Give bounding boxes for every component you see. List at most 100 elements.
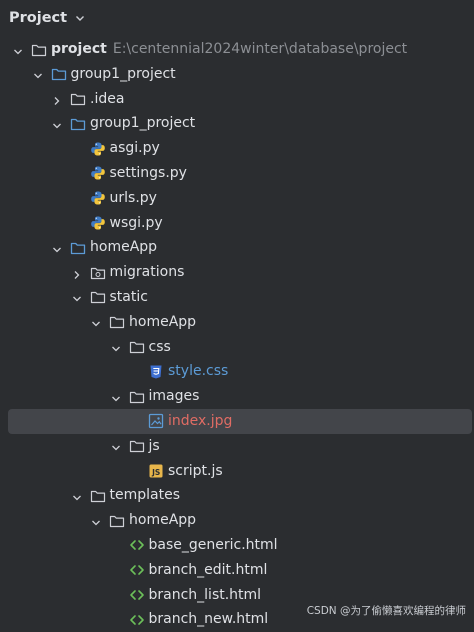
tree-row[interactable]: style.css	[0, 359, 474, 384]
tree-item-label: settings.py	[110, 164, 187, 182]
expand-arrow-icon[interactable]	[13, 45, 23, 55]
expand-arrow-icon[interactable]	[72, 292, 82, 302]
css-file-icon	[148, 364, 164, 380]
tree-row[interactable]: asgi.py	[0, 136, 474, 161]
tree-item-name: base_generic.html	[148, 536, 278, 553]
tree-item-name: group1_project	[90, 115, 196, 132]
tree-row[interactable]: group1_project	[0, 111, 474, 136]
tree-item-label: script.js	[168, 462, 223, 480]
tree-row[interactable]: urls.py	[0, 186, 474, 211]
expand-arrow-icon[interactable]	[72, 491, 82, 501]
tree-item-name: index.jpg	[168, 412, 233, 429]
tree-item-label: style.css	[168, 362, 228, 380]
tree-item-label: branch_new.html	[149, 610, 269, 628]
tree-row[interactable]: templates	[0, 483, 474, 508]
tree-row[interactable]: homeApp	[0, 310, 474, 335]
expand-arrow-icon[interactable]	[111, 342, 121, 352]
module-folder-icon	[51, 66, 67, 82]
tree-item-label: css	[149, 338, 171, 356]
tree-item-name: homeApp	[129, 512, 197, 529]
tree-row[interactable]: js	[0, 434, 474, 459]
chevron-down-icon[interactable]	[74, 12, 86, 24]
tree-item-name: css	[148, 338, 171, 355]
tree-row[interactable]: project E:\centennial2024winter\database\…	[0, 37, 474, 62]
tree-row[interactable]: branch_edit.html	[0, 558, 474, 583]
tree-row[interactable]: settings.py	[0, 161, 474, 186]
tree-item-label: homeApp	[129, 511, 196, 529]
tree-item-name: templates	[109, 487, 181, 504]
tree-item-name: migrations	[109, 264, 185, 281]
folder-icon	[31, 42, 47, 58]
tree-row[interactable]: .idea	[0, 87, 474, 112]
tree-item-name: .idea	[90, 90, 125, 107]
collapse-arrow-icon[interactable]	[72, 268, 82, 279]
tree-item-label: migrations	[110, 263, 185, 281]
tree-item-label: images	[149, 387, 200, 405]
html-file-icon	[129, 587, 145, 603]
tree-item-name: group1_project	[70, 65, 176, 82]
html-file-icon	[129, 537, 145, 553]
expand-arrow-icon[interactable]	[52, 243, 62, 253]
expand-arrow-icon[interactable]	[91, 516, 101, 526]
migrations-folder-icon	[90, 265, 106, 281]
tree-item-name: images	[148, 388, 200, 405]
tree-item-label: project E:\centennial2024winter\database\…	[51, 40, 407, 58]
tree-row[interactable]: homeApp	[0, 508, 474, 533]
tree-row[interactable]: wsgi.py	[0, 211, 474, 236]
tree-row[interactable]: css	[0, 335, 474, 360]
project-tree[interactable]: project E:\centennial2024winter\database\…	[0, 37, 474, 632]
expand-arrow-icon[interactable]	[111, 392, 121, 402]
tree-item-name: homeApp	[129, 313, 197, 330]
svg-text:JS: JS	[151, 468, 160, 477]
tree-item-label: js	[149, 437, 160, 455]
tree-item-name: project	[51, 41, 107, 57]
tree-item-name: settings.py	[109, 164, 187, 181]
package-folder-icon	[70, 116, 86, 132]
tree-item-label: .idea	[90, 90, 124, 108]
tree-row[interactable]: group1_project	[0, 62, 474, 87]
tree-item-label: group1_project	[71, 65, 176, 83]
folder-icon	[109, 513, 125, 529]
folder-icon	[90, 289, 106, 305]
python-file-icon	[90, 165, 106, 181]
html-file-icon	[129, 562, 145, 578]
tree-item-label: homeApp	[90, 238, 157, 256]
expand-arrow-icon[interactable]	[33, 69, 43, 79]
package-folder-icon	[70, 240, 86, 256]
tree-row[interactable]: images	[0, 384, 474, 409]
tree-item-label: index.jpg	[168, 412, 232, 430]
tree-item-label: branch_edit.html	[149, 561, 268, 579]
folder-icon	[129, 438, 145, 454]
expand-arrow-icon[interactable]	[111, 441, 121, 451]
collapse-arrow-icon[interactable]	[52, 94, 62, 106]
tree-row[interactable]: static	[0, 285, 474, 310]
tree-item-label: homeApp	[129, 313, 196, 331]
python-file-icon	[90, 141, 106, 157]
image-file-icon	[148, 413, 164, 429]
panel-title[interactable]: Project	[9, 10, 67, 26]
folder-icon	[90, 488, 106, 504]
tree-item-name: branch_edit.html	[148, 561, 268, 578]
tree-item-name: branch_list.html	[148, 586, 262, 603]
tree-item-name: static	[109, 288, 148, 305]
expand-arrow-icon[interactable]	[52, 119, 62, 129]
tree-item-label: templates	[110, 486, 181, 504]
tree-row[interactable]: base_generic.html	[0, 533, 474, 558]
tree-row[interactable]: migrations	[0, 260, 474, 285]
tree-item-label: asgi.py	[110, 139, 160, 157]
expand-arrow-icon[interactable]	[91, 317, 101, 327]
tree-item-name: branch_new.html	[148, 611, 269, 628]
folder-icon	[129, 389, 145, 405]
tree-row[interactable]: index.jpg	[8, 408, 472, 434]
project-panel-header: Project	[0, 0, 474, 36]
tree-item-name: homeApp	[90, 239, 158, 256]
tree-row[interactable]: homeApp	[0, 235, 474, 260]
tree-item-label: wsgi.py	[110, 214, 163, 232]
tree-row[interactable]: JS script.js	[0, 459, 474, 484]
tree-item-label: base_generic.html	[149, 536, 278, 554]
watermark: CSDN @为了偷懒喜欢编程的律师	[306, 605, 466, 617]
python-file-icon	[90, 190, 106, 206]
tree-item-name: style.css	[168, 363, 229, 380]
tree-item-label: static	[110, 288, 148, 306]
folder-icon	[70, 91, 86, 107]
